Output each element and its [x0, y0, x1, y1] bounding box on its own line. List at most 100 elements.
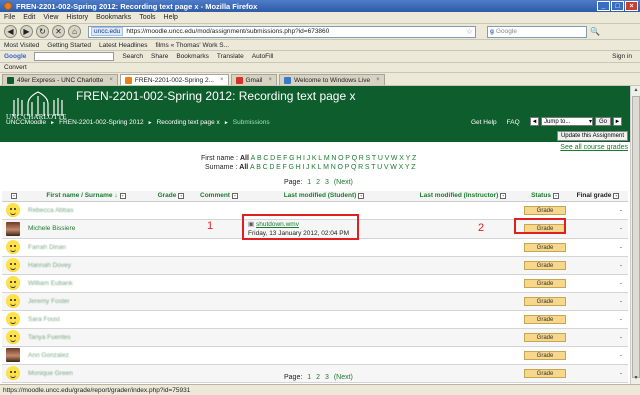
default-smiley-avatar-icon[interactable] [6, 203, 20, 217]
menu-bookmarks[interactable]: Bookmarks [96, 14, 131, 21]
next-activity-button[interactable]: ► [613, 117, 623, 126]
first-name-letter-link[interactable]: L [318, 155, 322, 162]
page-3-link[interactable]: 3 [325, 179, 329, 186]
breadcrumb-uncc-moodle[interactable]: UNCCMoodle [6, 119, 46, 126]
first-name-letter-link[interactable]: Q [352, 155, 357, 162]
surname-letter-link[interactable]: Z [411, 164, 415, 171]
surname-letter-link[interactable]: P [345, 164, 350, 171]
menu-history[interactable]: History [66, 14, 88, 21]
first-name-letter-link[interactable]: K [312, 155, 317, 162]
page-3-link[interactable]: 3 [325, 374, 329, 381]
student-name-link[interactable]: Monique Green [28, 370, 73, 377]
first-name-letter-link[interactable]: W [391, 155, 398, 162]
surname-letter-link[interactable]: J [306, 164, 310, 171]
first-name-letter-link[interactable]: S [365, 155, 370, 162]
jump-to-select[interactable]: Jump to... ▾ [541, 117, 593, 126]
next-page-link[interactable]: (Next) [334, 179, 353, 186]
first-name-letter-link[interactable]: I [303, 155, 305, 162]
default-smiley-avatar-icon[interactable] [6, 294, 20, 308]
search-input[interactable]: g Google [487, 25, 587, 38]
first-name-letter-link[interactable]: E [277, 155, 282, 162]
minimize-button[interactable]: _ [597, 1, 610, 11]
first-name-letter-link[interactable]: T [372, 155, 376, 162]
surname-letter-link[interactable]: G [288, 164, 293, 171]
column-status-label[interactable]: Status [531, 192, 551, 199]
bookmark-star-icon[interactable]: ☆ [466, 27, 473, 36]
scroll-down-icon[interactable]: ▼ [632, 375, 640, 383]
student-name-link[interactable]: Rebecca Abbas [28, 207, 74, 214]
column-modified-instructor-label[interactable]: Last modified (Instructor) [420, 192, 499, 199]
google-bookmarks-button[interactable]: Bookmarks [176, 53, 209, 60]
surname-letter-link[interactable]: R [358, 164, 363, 171]
menu-tools[interactable]: Tools [139, 14, 155, 21]
collapse-column-icon[interactable]: - [231, 192, 238, 199]
default-smiley-avatar-icon[interactable] [6, 276, 20, 290]
update-assignment-button[interactable]: Update this Assignment [556, 131, 628, 141]
user-photo-avatar[interactable] [6, 348, 20, 362]
grade-button[interactable]: Grade [524, 296, 566, 306]
first-name-letter-link[interactable]: Z [412, 155, 416, 162]
collapse-column-icon[interactable]: - [500, 192, 507, 199]
breadcrumb-assignment[interactable]: Recording text page x [157, 119, 220, 126]
user-photo-avatar[interactable] [6, 221, 20, 236]
surname-letter-link[interactable]: T [371, 164, 375, 171]
grade-button[interactable]: Grade [524, 314, 566, 324]
first-name-letter-link[interactable]: C [263, 155, 268, 162]
tab-windows-live[interactable]: Welcome to Windows Live × [279, 74, 385, 85]
bookmark-latest-headlines[interactable]: Latest Headlines [99, 42, 147, 49]
page-1-link[interactable]: 1 [307, 179, 311, 186]
back-button[interactable]: ◀ [4, 25, 17, 38]
search-go-icon[interactable]: 🔍 [590, 27, 600, 36]
maximize-button[interactable]: □ [611, 1, 624, 11]
student-name-link[interactable]: Sara Foust [28, 316, 60, 323]
breadcrumb-course[interactable]: FREN-2201-002-Spring 2012 [59, 119, 144, 126]
close-tab-icon[interactable]: × [268, 77, 272, 83]
surname-letter-link[interactable]: A [250, 164, 255, 171]
next-page-link[interactable]: (Next) [334, 374, 353, 381]
previous-activity-button[interactable]: ◄ [530, 117, 539, 126]
surname-letter-link[interactable]: U [377, 164, 382, 171]
first-name-letter-link[interactable]: M [324, 155, 330, 162]
student-name-link[interactable]: Tanya Fuentes [28, 334, 71, 341]
surname-letter-link[interactable]: M [323, 164, 329, 171]
surname-letter-link[interactable]: I [302, 164, 304, 171]
student-name-link[interactable]: Hannah Dovey [28, 262, 71, 269]
forward-button[interactable]: ▶ [20, 25, 33, 38]
first-name-letter-link[interactable]: J [307, 155, 311, 162]
scrollbar-thumb[interactable] [632, 96, 640, 378]
column-header-comment[interactable]: Comment - [194, 191, 244, 202]
close-tab-icon[interactable]: × [109, 77, 113, 83]
page-1-link[interactable]: 1 [307, 374, 311, 381]
surname-letter-link[interactable]: C [263, 164, 268, 171]
surname-letter-link[interactable]: F [283, 164, 287, 171]
default-smiley-avatar-icon[interactable] [6, 330, 20, 344]
first-name-letter-link[interactable]: H [296, 155, 301, 162]
column-name-label[interactable]: First name / Surname [46, 192, 112, 199]
first-name-letter-link[interactable]: X [399, 155, 404, 162]
google-search-button[interactable]: Search [122, 53, 143, 60]
column-comment-label[interactable]: Comment [200, 192, 230, 199]
surname-letter-link[interactable]: E [276, 164, 281, 171]
collapse-column-icon[interactable]: - [178, 192, 185, 199]
surname-letter-link[interactable]: L [318, 164, 322, 171]
column-grade-label[interactable]: Grade [158, 192, 177, 199]
default-smiley-avatar-icon[interactable] [6, 312, 20, 326]
surname-letter-link[interactable]: K [311, 164, 316, 171]
google-share-button[interactable]: Share [151, 53, 168, 60]
first-name-letter-link[interactable]: F [283, 155, 287, 162]
faq-link[interactable]: FAQ [507, 119, 520, 126]
default-smiley-avatar-icon[interactable] [6, 240, 20, 254]
student-name-link[interactable]: Farrah Dinan [28, 244, 66, 251]
column-header-name[interactable]: First name / Surname ↓ - [24, 191, 148, 202]
student-name-link[interactable]: Jeremy Foster [28, 298, 70, 305]
menu-file[interactable]: File [4, 14, 15, 21]
bookmark-most-visited[interactable]: Most Visited [4, 42, 39, 49]
stop-button[interactable]: ✕ [52, 25, 65, 38]
close-tab-icon[interactable]: × [220, 77, 224, 83]
surname-letter-link[interactable]: V [384, 164, 389, 171]
surname-letter-link[interactable]: S [365, 164, 370, 171]
first-name-letter-link[interactable]: D [270, 155, 275, 162]
first-name-letter-link[interactable]: P [345, 155, 350, 162]
student-name-link[interactable]: William Eubank [28, 280, 73, 287]
grade-button[interactable]: Grade [524, 332, 566, 342]
